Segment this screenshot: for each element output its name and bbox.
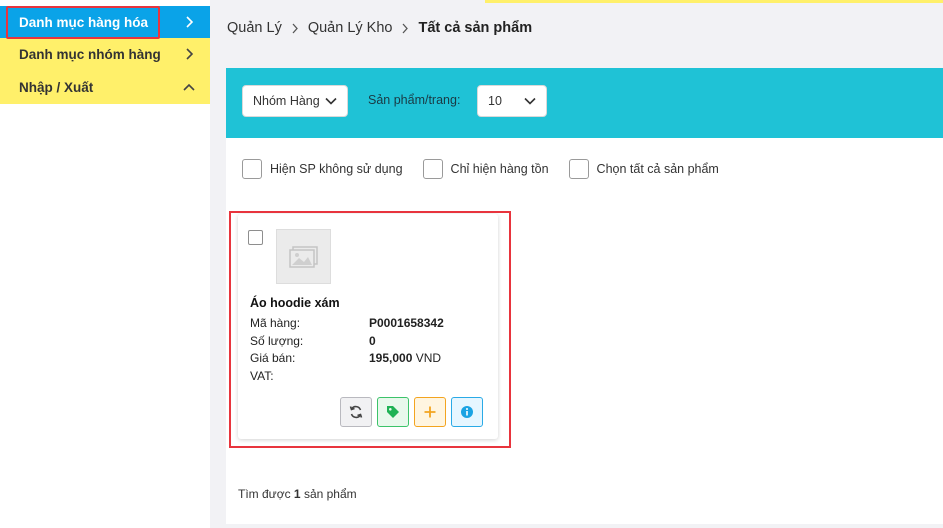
filter-options: Hiện SP không sử dụng Chỉ hiện hàng tồn … [242, 159, 739, 179]
show-unused-checkbox[interactable] [242, 159, 262, 179]
breadcrumb-item[interactable]: Quản Lý Kho [308, 20, 393, 36]
add-button[interactable] [414, 397, 446, 427]
product-image-placeholder [276, 229, 331, 284]
plus-icon [424, 406, 436, 418]
chevron-down-icon [325, 94, 337, 108]
breadcrumb-current: Tất cả sản phẩm [418, 20, 533, 36]
price-amount: 195,000 [369, 351, 413, 365]
sidebar-item-group-catalog[interactable]: Danh mục nhóm hàng [0, 38, 210, 70]
product-vat-label: VAT: [250, 369, 274, 383]
sync-icon [349, 405, 363, 419]
chevron-right-icon [182, 15, 196, 29]
select-all-checkbox[interactable] [568, 159, 589, 179]
tag-icon [387, 406, 399, 418]
main-panel: Nhóm Hàng Sản phẩm/trang: 10 Hiện SP khô… [226, 68, 943, 524]
image-placeholder-icon [288, 245, 318, 268]
filter-only-in-stock[interactable]: Chỉ hiện hàng tồn [422, 159, 549, 179]
per-page-label: Sản phẩm/trang: [368, 93, 461, 107]
product-qty-value: 0 [369, 334, 376, 348]
chevron-right-icon [291, 23, 299, 34]
filter-show-unused[interactable]: Hiện SP không sử dụng [242, 159, 403, 179]
per-page-select[interactable]: 10 [477, 85, 547, 117]
product-select-checkbox[interactable] [248, 230, 263, 245]
top-accent-bar [485, 0, 943, 3]
product-code-row: Mã hàng: P0001658342 [250, 316, 480, 332]
product-actions [340, 397, 488, 427]
filter-label: Chỉ hiện hàng tồn [450, 162, 549, 176]
group-select[interactable]: Nhóm Hàng [242, 85, 348, 117]
product-price-value: 195,000 VND [369, 351, 441, 365]
filter-select-all[interactable]: Chọn tất cả sản phẩm [568, 159, 719, 179]
chevron-up-icon [182, 80, 196, 94]
product-card: Áo hoodie xám Mã hàng: P0001658342 Số lư… [238, 214, 498, 439]
sync-button[interactable] [340, 397, 372, 427]
result-count: Tìm được 1 sản phẩm [238, 487, 357, 501]
info-icon [461, 406, 473, 418]
product-qty-row: Số lượng: 0 [250, 334, 480, 350]
product-code-value: P0001658342 [369, 316, 444, 330]
breadcrumb: Quản Lý Quản Lý Kho Tất cả sản phẩm [227, 18, 532, 38]
sidebar-item-label: Danh mục hàng hóa [19, 14, 149, 30]
sidebar-item-label: Danh mục nhóm hàng [19, 46, 161, 62]
product-qty-label: Số lượng: [250, 334, 304, 348]
tag-button[interactable] [377, 397, 409, 427]
chevron-right-icon [401, 23, 409, 34]
sidebar-item-product-catalog[interactable]: Danh mục hàng hóa [0, 6, 210, 38]
result-prefix: Tìm được [238, 487, 291, 501]
chevron-down-icon [524, 94, 536, 108]
product-vat-row: VAT: [250, 369, 480, 385]
group-select-value: Nhóm Hàng [253, 94, 320, 108]
sidebar: Danh mục hàng hóa Danh mục nhóm hàng Nhậ… [0, 0, 210, 528]
only-in-stock-checkbox[interactable] [422, 159, 443, 179]
info-button[interactable] [451, 397, 483, 427]
filter-toolbar: Nhóm Hàng Sản phẩm/trang: 10 [226, 68, 943, 138]
product-code-label: Mã hàng: [250, 316, 301, 330]
chevron-right-icon [182, 47, 196, 61]
result-number: 1 [293, 487, 301, 501]
product-price-row: Giá bán: 195,000 VND [250, 351, 480, 367]
filter-label: Hiện SP không sử dụng [270, 162, 403, 176]
product-name: Áo hoodie xám [250, 296, 340, 310]
filter-label: Chọn tất cả sản phẩm [596, 162, 719, 176]
breadcrumb-item[interactable]: Quản Lý [227, 20, 282, 36]
result-suffix: sản phẩm [303, 487, 357, 501]
price-currency: VND [415, 351, 442, 365]
sidebar-item-import-export[interactable]: Nhập / Xuất [0, 70, 210, 104]
sidebar-item-label: Nhập / Xuất [19, 79, 94, 95]
product-price-label: Giá bán: [250, 351, 296, 365]
per-page-value: 10 [488, 94, 502, 108]
